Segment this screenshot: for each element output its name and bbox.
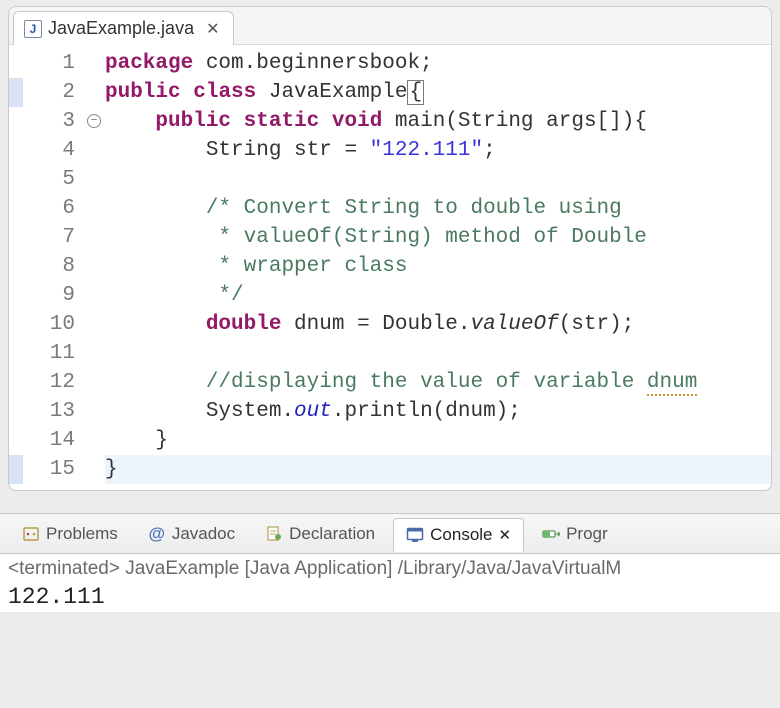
fold-gutter: − [85,49,105,484]
tab-problems[interactable]: Problems [10,518,130,550]
close-icon[interactable]: ✕ [206,19,219,39]
editor-tab-title: JavaExample.java [48,18,194,39]
code-line[interactable]: //displaying the value of variable dnum [105,368,771,397]
tab-declaration[interactable]: Declaration [253,518,387,550]
close-icon[interactable]: ✕ [499,526,512,544]
code-line[interactable]: double dnum = Double.valueOf(str); [105,310,771,339]
code-line[interactable] [105,165,771,194]
bottom-panel: Problems @ Javadoc Declaration Console ✕… [0,513,780,612]
tab-label: Progr [566,524,608,544]
line-number: 5 [23,165,85,194]
tab-label: Javadoc [172,524,235,544]
code-editor[interactable]: 1 2 3 4 5 6 7 8 9 10 11 12 13 14 15 − [9,45,771,484]
tab-label: Declaration [289,524,375,544]
line-number: 6 [23,194,85,223]
line-number: 4 [23,136,85,165]
console-status-line: <terminated> JavaExample [Java Applicati… [0,554,780,582]
editor-tab-bar: J JavaExample.java ✕ [9,7,771,45]
code-line[interactable]: System.out.println(dnum); [105,397,771,426]
line-number: 10 [23,310,85,339]
code-content[interactable]: package com.beginnersbook; public class … [105,49,771,484]
code-line[interactable]: } [105,426,771,455]
code-line[interactable]: * wrapper class [105,252,771,281]
line-number: 7 [23,223,85,252]
console-output: 122.111 [0,582,780,612]
line-number: 13 [23,397,85,426]
tab-console[interactable]: Console ✕ [393,518,524,552]
tab-progress[interactable]: Progr [530,518,620,550]
code-line[interactable]: * valueOf(String) method of Double [105,223,771,252]
fold-toggle-icon[interactable]: − [87,114,101,128]
progress-icon [542,525,560,543]
code-line[interactable]: public class JavaExample{ [105,78,771,107]
tab-label: Console [430,525,492,545]
code-line[interactable] [105,339,771,368]
code-line[interactable]: String str = "122.111"; [105,136,771,165]
code-line[interactable]: */ [105,281,771,310]
line-number-gutter: 1 2 3 4 5 6 7 8 9 10 11 12 13 14 15 [23,49,85,484]
line-number: 12 [23,368,85,397]
code-line[interactable]: public static void main(String args[]){ [105,107,771,136]
line-number: 15 [23,455,85,484]
editor-panel: J JavaExample.java ✕ 1 2 3 4 5 6 7 8 9 1… [8,6,772,491]
declaration-icon [265,525,283,543]
java-file-icon: J [24,20,42,38]
tab-javadoc[interactable]: @ Javadoc [136,518,247,550]
line-number: 3 [23,107,85,136]
view-tab-bar: Problems @ Javadoc Declaration Console ✕… [0,514,780,554]
line-number: 8 [23,252,85,281]
code-line[interactable]: package com.beginnersbook; [105,49,771,78]
line-number: 14 [23,426,85,455]
problems-icon [22,525,40,543]
console-icon [406,526,424,544]
code-line[interactable]: /* Convert String to double using [105,194,771,223]
annotation-ruler [9,49,23,484]
editor-tab-javaexample[interactable]: J JavaExample.java ✕ [13,11,234,45]
code-line[interactable]: } [105,455,771,484]
tab-label: Problems [46,524,118,544]
line-number: 9 [23,281,85,310]
line-number: 1 [23,49,85,78]
javadoc-icon: @ [148,525,166,543]
line-number: 2 [23,78,85,107]
line-number: 11 [23,339,85,368]
